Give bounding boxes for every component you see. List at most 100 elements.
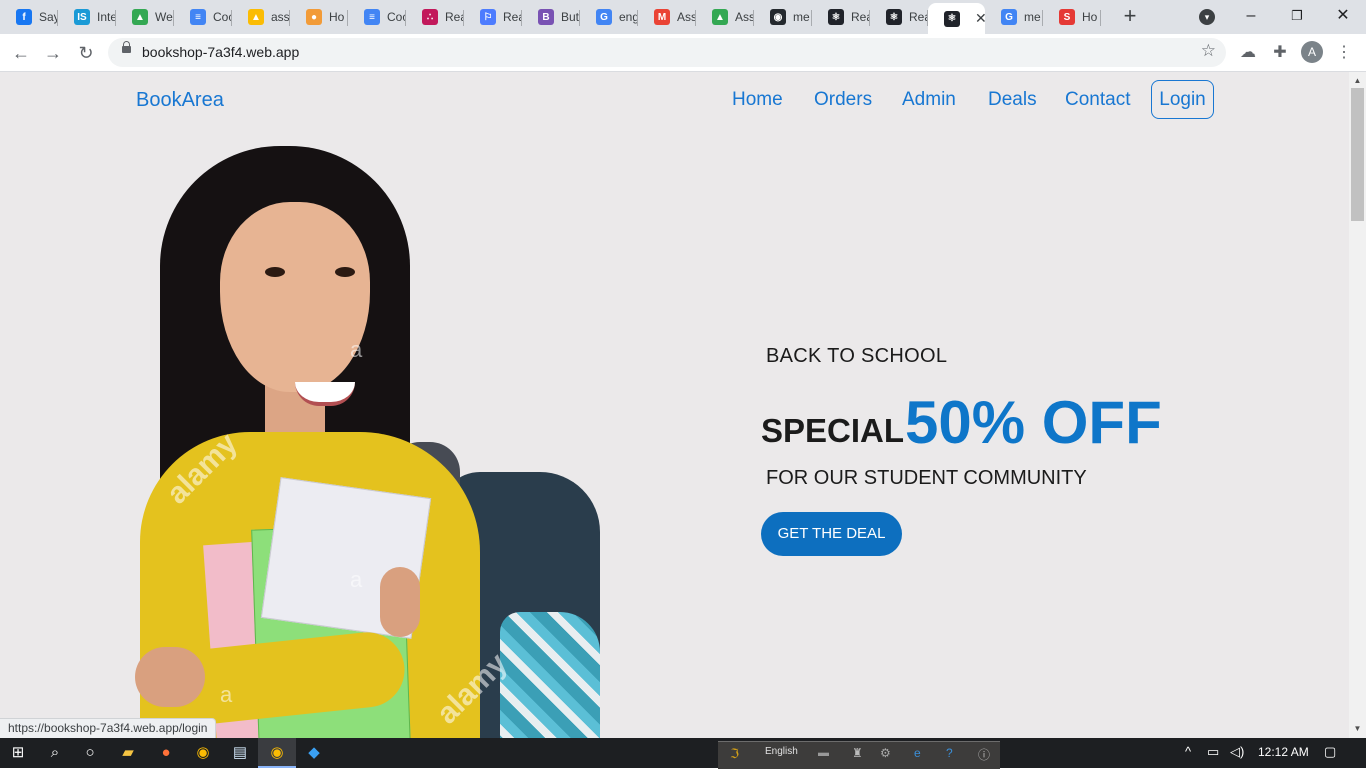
- login-button[interactable]: Login: [1151, 80, 1214, 119]
- hero-subtitle: FOR OUR STUDENT COMMUNITY: [766, 467, 1087, 489]
- tab-search-icon[interactable]: ▾: [1199, 9, 1215, 25]
- tray-chevron-icon[interactable]: ^: [1185, 744, 1191, 759]
- browser-tab[interactable]: B But: [522, 3, 580, 31]
- ime-icon[interactable]: ℑ: [730, 746, 739, 762]
- extension-cloud-icon[interactable]: ☁: [1237, 42, 1259, 62]
- browser-tab[interactable]: Gme: [985, 3, 1043, 31]
- google-icon: G: [596, 9, 612, 25]
- windows-start-icon[interactable]: ⊞: [8, 743, 28, 763]
- back-arrow-icon[interactable]: ←: [8, 40, 34, 66]
- tab-title: We: [155, 10, 173, 24]
- react-icon: ⚛: [886, 9, 902, 25]
- tab-title: Ass: [735, 10, 754, 24]
- browser-tab[interactable]: ∴ Rea: [406, 3, 464, 31]
- browser-tab[interactable]: ▲ Ass: [696, 3, 754, 31]
- lock-icon: [122, 41, 131, 53]
- browser-tab[interactable]: f Say: [0, 3, 58, 31]
- notepad-icon[interactable]: ▤: [230, 743, 250, 763]
- language-label[interactable]: English: [765, 746, 798, 757]
- tab-title: Coc: [387, 10, 406, 24]
- keyboard-icon[interactable]: ▬: [818, 747, 829, 759]
- google-docs-icon: ≡: [364, 9, 380, 25]
- tab-title: me: [1024, 10, 1041, 24]
- github-icon: ◉: [770, 9, 786, 25]
- windows-taskbar: ⊞ ⌕ ○ ▰ ● ◉ ▤ ◉ ◆ ^ ▭ ◁) 12:12 AM ▢: [0, 738, 1366, 768]
- tab-title: Rea: [851, 10, 870, 24]
- nav-contact[interactable]: Contact: [1065, 89, 1130, 111]
- tab-title: Ho: [329, 10, 345, 24]
- more-menu-icon[interactable]: ⋮: [1333, 42, 1355, 62]
- browser-tab[interactable]: ⚛ Rea: [870, 3, 928, 31]
- chrome-icon[interactable]: ◉: [267, 743, 287, 763]
- scroll-down-icon[interactable]: ▼: [1352, 724, 1363, 736]
- ie-icon[interactable]: e: [914, 746, 921, 760]
- scroll-up-icon[interactable]: ▲: [1352, 76, 1363, 88]
- close-window-button[interactable]: ✕: [1320, 6, 1366, 28]
- address-bar[interactable]: bookshop-7a3f4.web.app ☆: [108, 38, 1226, 67]
- bookmark-star-icon[interactable]: ☆: [1201, 41, 1216, 61]
- browser-tab[interactable]: S Ho: [1043, 3, 1101, 31]
- tab-title: Rea: [503, 10, 522, 24]
- tab-strip: f Say IS Inte ▲ We ≡ Coc ▲ ass ● Ho ≡ Coc ∴ Rea ⚐ Rea B But…: [0, 0, 1366, 34]
- restore-button[interactable]: ❐: [1274, 6, 1320, 28]
- dots-icon: ∴: [422, 9, 438, 25]
- settings-icon[interactable]: ⚙: [880, 746, 891, 760]
- google-drive-icon: ▲: [712, 9, 728, 25]
- watermark-mark: a: [220, 682, 233, 707]
- nav-admin[interactable]: Admin: [902, 89, 956, 111]
- react-icon: ⚛: [828, 9, 844, 25]
- minimize-button[interactable]: –: [1228, 6, 1274, 28]
- browser-tab[interactable]: ⚐ Rea: [464, 3, 522, 31]
- nav-orders[interactable]: Orders: [814, 89, 872, 111]
- firefox-icon[interactable]: ●: [156, 743, 176, 763]
- tab-title: Inte: [97, 10, 116, 24]
- react-icon: ⚛: [944, 10, 960, 27]
- browser-tab[interactable]: ▲ We: [116, 3, 174, 31]
- browser-tab[interactable]: ◉ me: [754, 3, 812, 31]
- browser-tab[interactable]: M Ass: [638, 3, 696, 31]
- google-drive-icon: ▲: [248, 9, 264, 25]
- notifications-icon[interactable]: ▢: [1324, 744, 1336, 760]
- url-text: bookshop-7a3f4.web.app: [142, 44, 300, 60]
- browser-tab[interactable]: ▲ ass: [232, 3, 290, 31]
- hero-discount: 50% OFF: [905, 389, 1162, 456]
- tab-title: Say: [39, 10, 58, 24]
- file-explorer-icon[interactable]: ▰: [118, 743, 138, 763]
- puzzle-extensions-icon[interactable]: ✚: [1269, 42, 1291, 62]
- get-the-deal-button[interactable]: GET THE DEAL: [761, 512, 902, 556]
- brand-logo[interactable]: BookArea: [136, 89, 224, 112]
- cortana-icon[interactable]: ○: [80, 743, 100, 763]
- browser-tab[interactable]: IS Inte: [58, 3, 116, 31]
- tab-title: me: [793, 10, 810, 24]
- language-bar: ℑ English ▬ ♜ ⚙ e ? ⓘ: [718, 741, 1000, 769]
- watermark-mark: a: [350, 337, 363, 362]
- chess-icon[interactable]: ♜: [852, 746, 863, 760]
- new-tab-button[interactable]: +: [1118, 5, 1142, 29]
- nav-home[interactable]: Home: [732, 89, 783, 111]
- help-icon[interactable]: ?: [946, 746, 953, 760]
- clock[interactable]: 12:12 AM: [1258, 745, 1309, 759]
- info-icon[interactable]: ⓘ: [978, 746, 990, 763]
- scrollbar-thumb[interactable]: [1351, 88, 1364, 221]
- browser-tab[interactable]: Geng: [580, 3, 638, 31]
- reload-icon[interactable]: ↻: [73, 40, 99, 66]
- browser-tab[interactable]: ⚛ ✕: [928, 3, 987, 34]
- nav-deals[interactable]: Deals: [988, 89, 1037, 111]
- hero-special: SPECIAL: [761, 412, 905, 449]
- pill-icon: ●: [306, 9, 322, 25]
- search-icon[interactable]: ⌕: [45, 743, 65, 763]
- volume-icon[interactable]: ◁): [1230, 744, 1244, 760]
- browser-tab[interactable]: ● Ho: [290, 3, 348, 31]
- chrome-icon[interactable]: ◉: [193, 743, 213, 763]
- browser-tab[interactable]: ≡ Coc: [174, 3, 232, 31]
- vscode-icon[interactable]: ◆: [304, 743, 324, 763]
- browser-tab[interactable]: ⚛ Rea: [812, 3, 870, 31]
- tab-title: But: [561, 10, 580, 24]
- browser-tab[interactable]: ≡ Coc: [348, 3, 406, 31]
- profile-avatar[interactable]: A: [1301, 41, 1323, 63]
- tab-title: ass: [271, 10, 290, 24]
- battery-icon[interactable]: ▭: [1207, 744, 1219, 760]
- watermark-mark: a: [350, 567, 363, 592]
- forward-arrow-icon[interactable]: →: [40, 40, 66, 66]
- tab-title: Rea: [909, 10, 928, 24]
